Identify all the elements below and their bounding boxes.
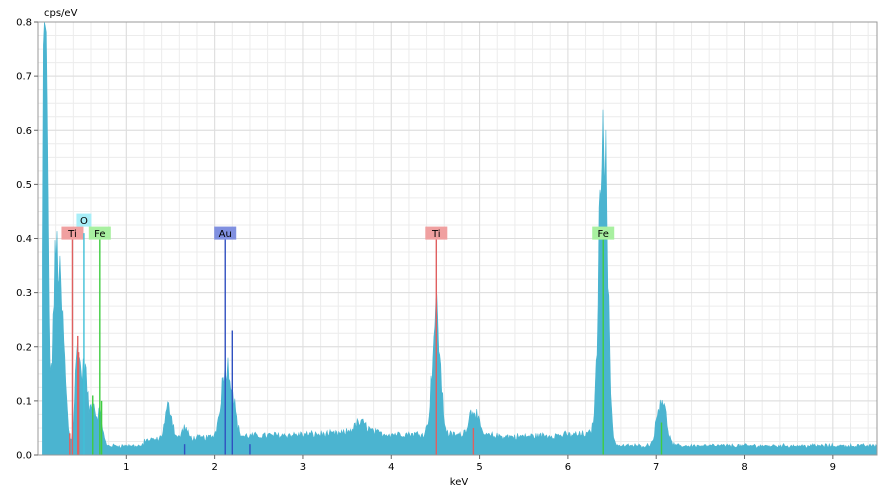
element-tag-label: O xyxy=(80,216,88,227)
grid-layer xyxy=(37,21,877,456)
element-tag-label: Ti xyxy=(431,229,441,240)
element-tag-label: Fe xyxy=(598,229,609,240)
x-tick-label: 6 xyxy=(565,462,571,473)
element-tag-label: Fe xyxy=(94,229,105,240)
x-axis-label: keV xyxy=(450,477,469,488)
element-tag-label: Ti xyxy=(67,229,77,240)
y-tick-label: 0.2 xyxy=(16,342,32,353)
x-tick-label: 9 xyxy=(830,462,836,473)
element-tag-label: Au xyxy=(219,229,232,240)
y-tick-label: 0.8 xyxy=(16,18,32,29)
eds-spectrum-chart: Ti O Fe Au Ti Fe 0.0 0.1 0.2 0.3 0.4 0.5 0.6 0.7 0.8 1… xyxy=(0,0,888,489)
y-tick-label: 0.3 xyxy=(16,288,32,299)
x-tick-label: 5 xyxy=(476,462,482,473)
y-tick-label: 0.1 xyxy=(16,396,32,407)
x-tick-label: 2 xyxy=(211,462,217,473)
y-tick-label: 0.4 xyxy=(16,234,32,245)
x-tick-label: 8 xyxy=(741,462,747,473)
x-tick-label: 7 xyxy=(653,462,659,473)
y-tick-label: 0.6 xyxy=(16,126,32,137)
y-tick-label: 0.7 xyxy=(16,72,32,83)
x-tick-label: 3 xyxy=(300,462,306,473)
y-tick-label: 0.0 xyxy=(16,451,32,462)
chart-canvas: TiOFe Au Ti Fe 0.00.10.20.30.40.50.60.70.81… xyxy=(16,8,878,488)
y-axis-label: cps/eV xyxy=(44,8,78,19)
x-tick-label: 4 xyxy=(388,462,394,473)
x-tick-label: 1 xyxy=(123,462,129,473)
y-tick-label: 0.5 xyxy=(16,180,32,191)
